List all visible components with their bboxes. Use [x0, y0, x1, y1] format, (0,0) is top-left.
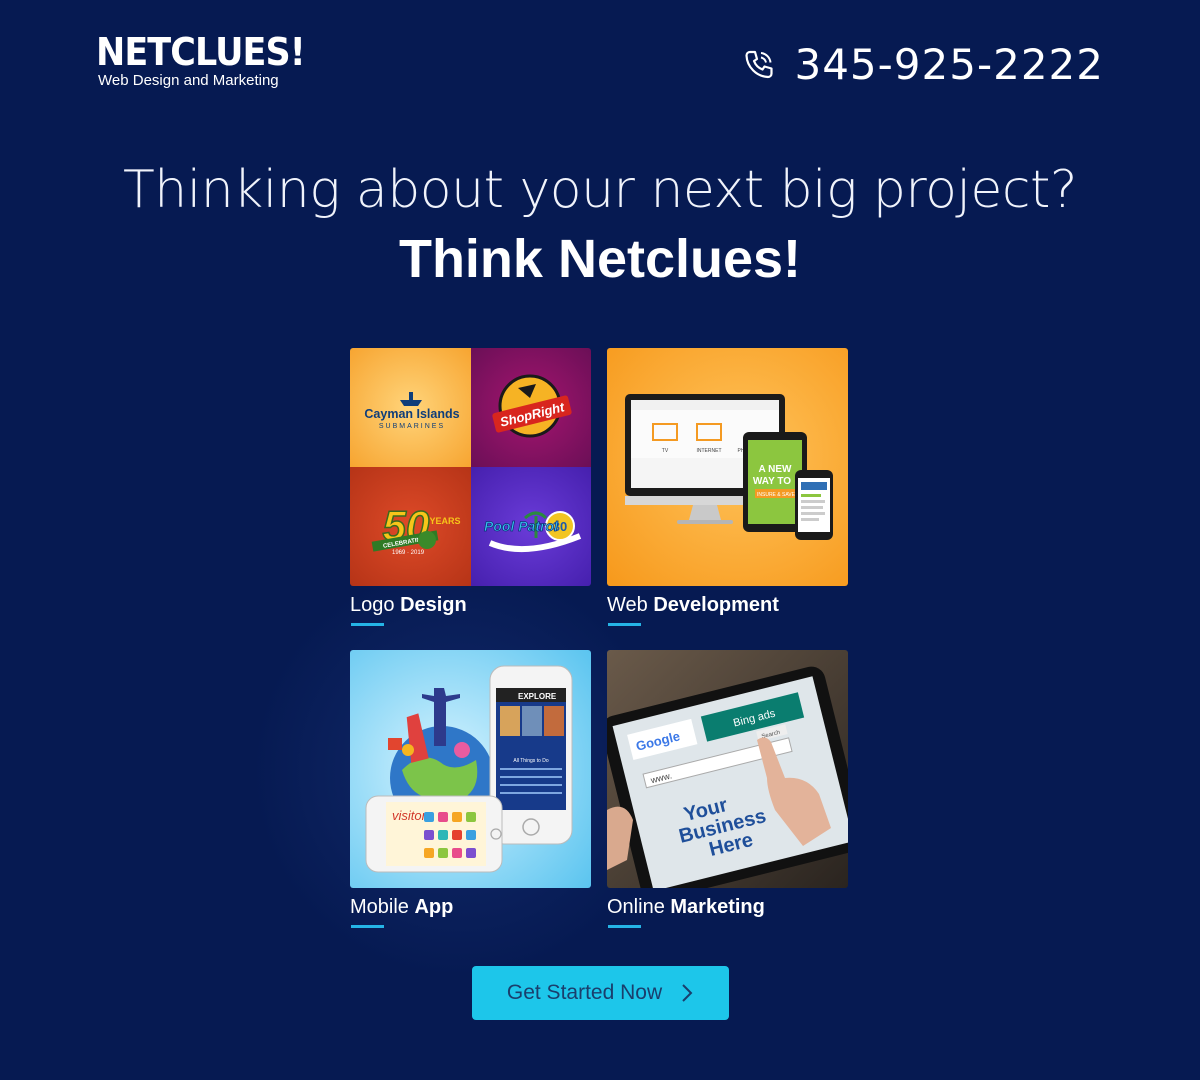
label-underline	[608, 623, 641, 626]
service-label-light: Online	[607, 896, 665, 918]
svg-text:INTERNET: INTERNET	[697, 448, 722, 454]
get-started-label: Get Started Now	[506, 981, 663, 1004]
service-label[interactable]: Online Marketing	[607, 896, 848, 919]
service-label-bold: Design	[400, 594, 467, 616]
service-card-mobile-app[interactable]: EXPLORE All Things to Do visitor Mobile …	[350, 650, 591, 928]
svg-text:TV: TV	[662, 448, 669, 454]
svg-text:INSURE & SAVE: INSURE & SAVE	[757, 492, 796, 498]
get-started-button[interactable]: Get Started Now	[472, 966, 729, 1020]
svg-text:All Things to Do: All Things to Do	[513, 758, 548, 764]
svg-text:YEARS: YEARS	[429, 516, 460, 526]
svg-text:visitor: visitor	[392, 808, 427, 823]
chevron-right-icon	[682, 984, 693, 1002]
service-label-light: Logo	[350, 594, 395, 616]
service-card-web-development[interactable]: TV INTERNET PH A NEW WAY TO INSURE & SAV…	[607, 348, 848, 626]
svg-text:WAY TO: WAY TO	[753, 476, 791, 487]
svg-text:Cayman Islands: Cayman Islands	[364, 407, 459, 421]
svg-text:SUBMARINES: SUBMARINES	[379, 423, 445, 430]
headline-tagline: Think Netclues!	[398, 229, 802, 289]
svg-text:EXPLORE: EXPLORE	[518, 692, 557, 701]
label-underline	[351, 623, 384, 626]
service-card-online-marketing[interactable]: Google Bing ads www. Search Your Busines…	[607, 650, 848, 928]
svg-text:A NEW: A NEW	[759, 464, 793, 475]
service-label[interactable]: Mobile App	[350, 896, 591, 919]
service-label-bold: Marketing	[670, 896, 765, 918]
service-label[interactable]: Logo Design	[350, 594, 591, 617]
online-marketing-image[interactable]: Google Bing ads www. Search Your Busines…	[607, 650, 848, 888]
label-underline	[608, 925, 641, 928]
logo-tagline: Web Design and Marketing	[98, 72, 279, 89]
logo-name: NETCLUES!	[96, 30, 306, 74]
mobile-app-image[interactable]: EXPLORE All Things to Do visitor	[350, 650, 591, 888]
service-label-bold: App	[414, 896, 454, 918]
service-label-light: Mobile	[350, 896, 409, 918]
service-label-light: Web	[607, 594, 648, 616]
web-development-image[interactable]: TV INTERNET PH A NEW WAY TO INSURE & SAV…	[607, 348, 848, 586]
service-label[interactable]: Web Development	[607, 594, 848, 617]
logo-design-image[interactable]: Cayman Islands SUBMARINES ShopRight 50 Y…	[350, 348, 591, 586]
phone-number[interactable]: 345-925-2222	[794, 40, 1104, 89]
headline-question: Thinking about your next big project?	[123, 160, 1077, 220]
hero-headline: Thinking about your next big project? Th…	[0, 160, 1200, 290]
svg-text:1969 · 2019: 1969 · 2019	[392, 550, 425, 556]
service-card-logo-design[interactable]: Cayman Islands SUBMARINES ShopRight 50 Y…	[350, 348, 591, 626]
phone-contact[interactable]: 345-925-2222	[742, 40, 1104, 89]
phone-icon	[745, 50, 774, 78]
label-underline	[351, 925, 384, 928]
netclues-logo[interactable]: NETCLUES! Web Design and Marketing	[96, 30, 323, 89]
service-label-bold: Development	[653, 594, 779, 616]
svg-text:Pool Patrol: Pool Patrol	[484, 518, 559, 534]
